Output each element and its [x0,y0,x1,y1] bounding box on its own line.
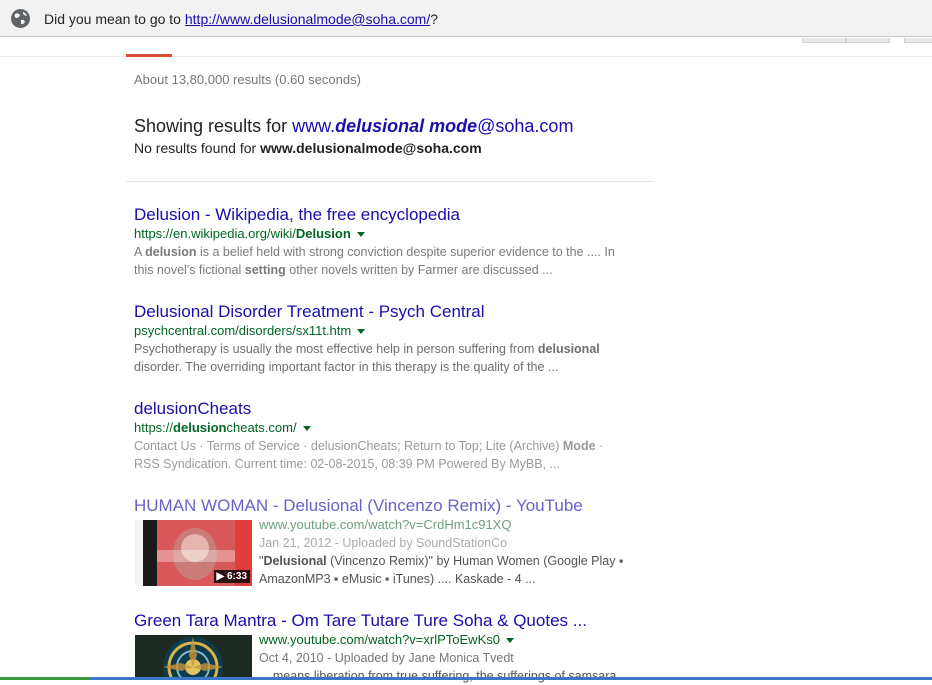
snippet-bold: delusional [537,342,600,356]
snippet-text: Contact Us · Terms of Service · delusion… [134,439,563,453]
corrected-query-part-b: delusional mode [335,116,478,136]
result-url[interactable]: https://delusioncheats.com/ [134,419,654,436]
url-text: www.youtube.com/watch?v=xrlPToEwKs0 [259,632,500,647]
result-url[interactable]: psychcentral.com/disorders/sx11t.htm [134,322,654,339]
snippet-text: disorder. The overriding important facto… [134,360,559,374]
corrected-query-link[interactable]: www.delusional mode@soha.com [292,116,573,136]
video-thumbnail-image [135,635,252,679]
corrected-query-part-a: www. [292,116,336,136]
video-meta: Oct 4, 2010 - Uploaded by Jane Monica Tv… [259,651,514,665]
result-url[interactable]: https://en.wikipedia.org/wiki/Delusion [134,225,654,242]
suggested-url-link[interactable]: http://www.delusionalmode@soha.com/ [185,11,430,27]
snippet-text: this novel's fictional [134,263,245,277]
showing-results-for: Showing results for www.delusional mode@… [134,116,573,137]
dropdown-arrow-icon[interactable] [302,426,311,432]
video-details: www.youtube.com/watch?v=CrdHm1c91XQ Jan … [259,516,659,588]
snippet-text: · [595,439,604,453]
snippet-bold: setting [244,263,286,277]
url-part-b: delusion [173,420,227,435]
video-duration: ▶ 6:33 [213,570,250,583]
snippet-bold: delusion [145,245,197,259]
snippet-text: (Vincenzo Remix)" by Human Women (Google… [326,554,624,568]
snippet-text: A [134,245,146,259]
divider [126,181,654,182]
snippet-text: is a belief held with strong conviction … [196,245,615,259]
result-snippet: "Delusional (Vincenzo Remix)" by Human W… [259,552,659,588]
search-result-5-video: Green Tara Mantra - Om Tare Tutare Ture … [134,611,654,683]
tool-button-right[interactable] [846,38,890,43]
search-result-4-video: HUMAN WOMAN - Delusional (Vincenzo Remix… [134,496,654,586]
dropdown-arrow-icon[interactable] [505,638,514,644]
url-text: psychcentral.com/disorders/sx11t.htm [134,323,352,338]
result-title[interactable]: Delusional Disorder Treatment - Psych Ce… [134,302,654,322]
snippet-text: AmazonMP3 ▪ eMusic ▪ iTunes) .... Kaskad… [259,572,536,586]
search-result-2: Delusional Disorder Treatment - Psych Ce… [134,302,654,376]
result-url[interactable]: www.youtube.com/watch?v=CrdHm1c91XQ [259,516,659,533]
result-snippet: Psychotherapy is usually the most effect… [134,340,654,376]
result-snippet: Contact Us · Terms of Service · delusion… [134,437,654,473]
dropdown-arrow-icon[interactable] [356,232,365,238]
snippet-text: Psychotherapy is usually the most effect… [134,342,538,356]
search-result-1: Delusion - Wikipedia, the free encyclope… [134,205,654,279]
snippet-bold: Mode [562,439,596,453]
url-text: www.youtube.com/watch?v=CrdHm1c91XQ [259,517,512,532]
snippet-text: other novels written by Farmer are discu… [285,263,553,277]
snippet-bold: Delusional [263,554,327,568]
did-you-mean-infobar: Did you mean to go to http://www.delusio… [0,0,932,37]
corrected-query-part-c: @soha.com [477,116,574,136]
video-thumbnail[interactable]: ▶ 6:33 [135,520,252,586]
noresults-prefix: No results found for [134,140,261,156]
tool-button-left[interactable] [802,38,846,43]
search-result-3: delusionCheats https://delusioncheats.co… [134,399,654,473]
snippet-text: RSS Syndication. Current time: 02-08-201… [134,457,560,471]
url-part-b: Delusion [295,226,351,241]
result-snippet: A delusion is a belief held with strong … [134,243,654,279]
video-thumbnail[interactable] [135,635,252,679]
result-title[interactable]: HUMAN WOMAN - Delusional (Vincenzo Remix… [134,496,654,516]
url-part-a: https:// [134,420,174,435]
infobar-prefix: Did you mean to go to [44,11,185,27]
result-title[interactable]: delusionCheats [134,399,654,419]
result-title[interactable]: Green Tara Mantra - Om Tare Tutare Ture … [134,611,654,631]
globe-icon [11,9,30,28]
result-stats: About 13,80,000 results (0.60 seconds) [134,72,361,87]
result-snippet: ... means liberation from true suffering… [259,669,631,683]
url-part-c: cheats.com/ [226,420,297,435]
video-meta: Jan 21, 2012 - Uploaded by SoundStationC… [259,536,508,550]
dropdown-arrow-icon[interactable] [357,329,366,335]
infobar-suffix: ? [430,11,439,27]
result-url[interactable]: www.youtube.com/watch?v=xrlPToEwKs0 [259,631,659,648]
active-tab-indicator [126,54,172,57]
url-part-a: https://en.wikipedia.org/wiki/ [134,226,296,241]
did-you-mean-message: Did you mean to go to http://www.delusio… [44,11,438,27]
tool-button-edge[interactable] [904,38,932,43]
showing-prefix: Showing results for [134,116,293,136]
original-query[interactable]: www.delusionalmode@soha.com [260,140,482,156]
no-results-found: No results found for www.delusionalmode@… [134,140,482,156]
result-title[interactable]: Delusion - Wikipedia, the free encyclope… [134,205,654,225]
